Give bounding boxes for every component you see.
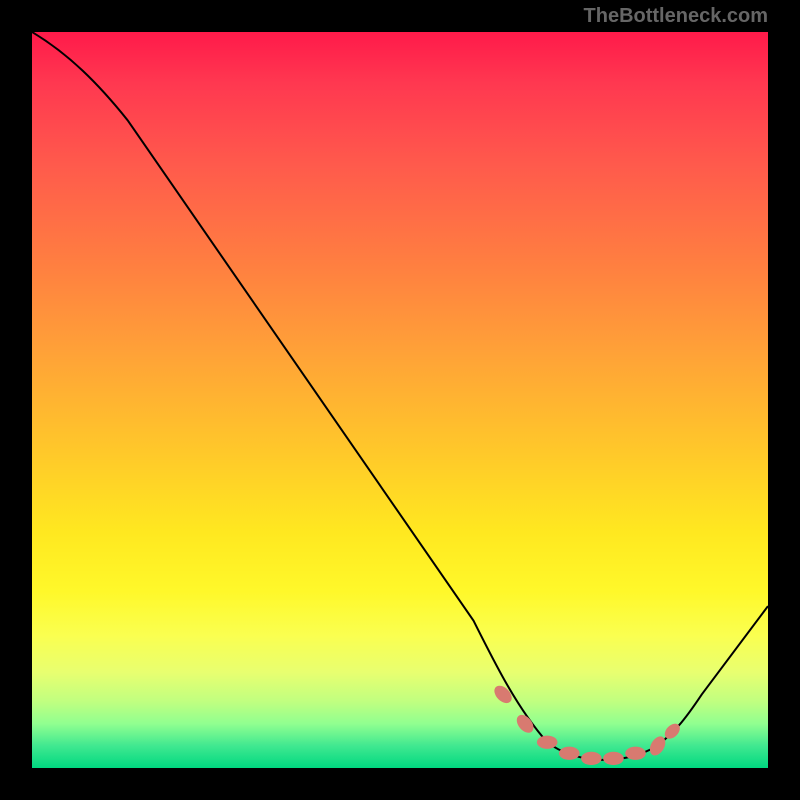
plot-area [32, 32, 768, 768]
marker-dot [625, 747, 646, 760]
curve-svg [32, 32, 768, 768]
marker-dot [559, 747, 580, 760]
bottleneck-curve-path [32, 32, 768, 760]
marker-dot [647, 734, 669, 758]
watermark-text: TheBottleneck.com [584, 5, 768, 28]
marker-dot [603, 752, 624, 765]
marker-dot [537, 736, 558, 749]
chart-container: TheBottleneck.com [0, 0, 800, 800]
marker-dot [581, 752, 602, 765]
marker-dot [491, 682, 515, 706]
optimum-markers [491, 682, 683, 765]
